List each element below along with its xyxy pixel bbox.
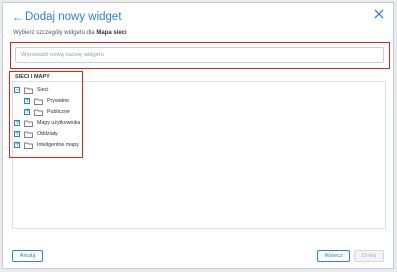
folder-icon (24, 120, 33, 127)
collapse-toggle-icon[interactable]: − (14, 87, 20, 93)
folder-icon (24, 131, 33, 138)
tree-node-oddzialy[interactable]: + Oddziały (14, 129, 58, 139)
tree-node-publiczne[interactable]: + Publiczne (24, 107, 70, 117)
expand-toggle-icon[interactable]: + (14, 142, 20, 148)
folder-icon (24, 142, 33, 149)
tree-node-label: Oddziały (37, 131, 58, 137)
add-button[interactable]: Dodaj (354, 250, 384, 262)
widget-name-input[interactable] (15, 47, 384, 63)
dialog-header: ← Dodaj nowy widget (12, 10, 122, 24)
add-widget-dialog: ← Dodaj nowy widget Wybierz szczegóły wi… (2, 2, 394, 269)
tree-node-inteligentne-mapy[interactable]: + Inteligentne mapy (14, 140, 79, 150)
folder-icon (34, 109, 43, 116)
tree-node-label: Publiczne (47, 109, 70, 115)
expand-toggle-icon[interactable]: + (24, 109, 30, 115)
subtitle-target: Mapa sieci (96, 30, 127, 36)
arrow-left-icon[interactable]: ← (12, 10, 24, 24)
dialog-title: Dodaj nowy widget (25, 11, 122, 23)
folder-icon (34, 98, 43, 105)
expand-toggle-icon[interactable]: + (14, 131, 20, 137)
tree-node-label: Sieci (37, 87, 49, 93)
widget-name-highlight (10, 42, 390, 69)
tree-node-label: Mapy użytkownika (37, 120, 81, 126)
tree-node-prywatne[interactable]: + Prywatne (24, 96, 69, 106)
close-icon[interactable] (373, 8, 385, 20)
folder-icon (24, 87, 33, 94)
expand-toggle-icon[interactable]: + (14, 120, 20, 126)
tree-node-mapy-uzytkownika[interactable]: + Mapy użytkownika (14, 118, 80, 128)
back-button[interactable]: Wstecz (317, 250, 350, 262)
expand-toggle-icon[interactable]: + (24, 98, 30, 104)
cancel-button[interactable]: Anuluj (12, 250, 43, 262)
tree-highlight: − Sieci + Prywatne + Publiczne + Mapy uż… (9, 71, 83, 158)
subtitle-text: Wybierz szczegóły widgetu dla (13, 30, 95, 36)
tree-node-label: Inteligentne mapy (37, 142, 79, 148)
tree-node-sieci[interactable]: − Sieci (14, 85, 48, 95)
tree-node-label: Prywatne (47, 98, 70, 104)
dialog-subtitle: Wybierz szczegóły widgetu dla Mapa sieci (13, 30, 127, 36)
